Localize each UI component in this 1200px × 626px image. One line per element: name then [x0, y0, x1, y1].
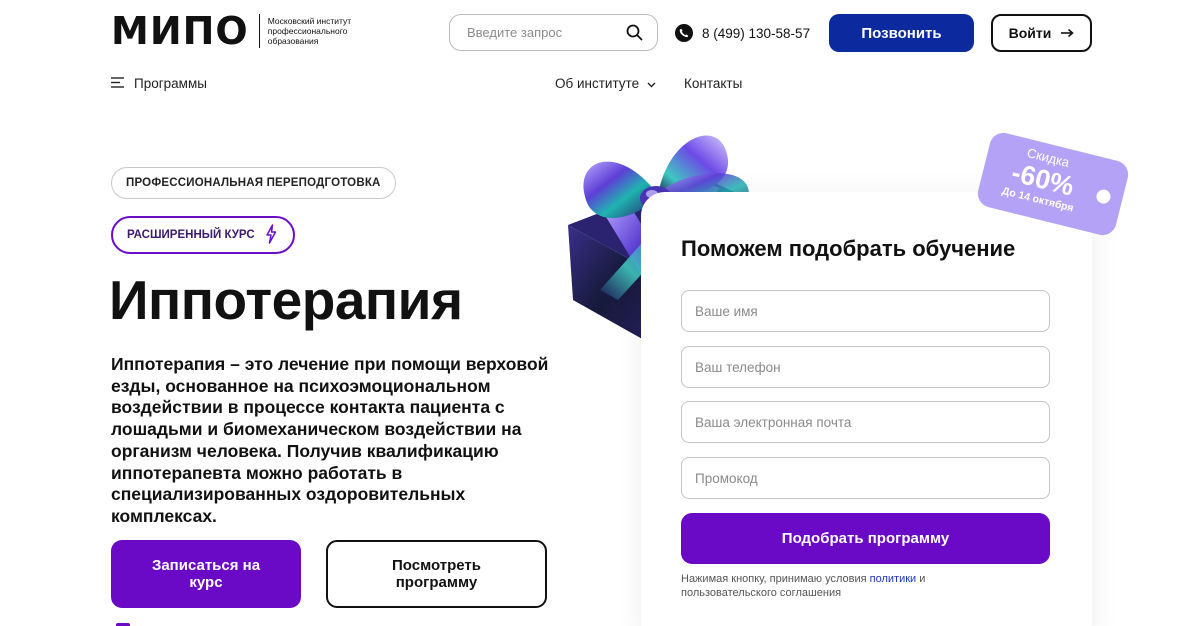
lightning-icon [265, 223, 277, 247]
nav-programs-label: Программы [134, 76, 207, 91]
arrow-right-icon [1060, 25, 1075, 41]
phone-icon [675, 24, 693, 42]
email-field[interactable] [681, 401, 1050, 443]
submit-button[interactable]: Подобрать программу [681, 513, 1050, 564]
ticket-hole [1094, 188, 1112, 206]
nav-programs[interactable]: Программы [111, 76, 207, 91]
phone-contact[interactable]: 8 (499) 130-58-57 [675, 24, 810, 42]
search-icon[interactable] [626, 24, 643, 41]
course-level-badge: РАСШИРЕННЫЙ КУРС [111, 216, 295, 254]
logo-subtitle: Московский институт профессионального об… [267, 16, 352, 46]
name-field[interactable] [681, 290, 1050, 332]
promo-code-field[interactable] [681, 457, 1050, 499]
chevron-down-icon [647, 76, 656, 91]
login-label: Войти [1008, 25, 1052, 41]
nav-about-label: Об институте [555, 76, 640, 91]
consent-prefix: Нажимая кнопку, принимаю условия [681, 573, 870, 585]
phone-number: 8 (499) 130-58-57 [702, 25, 811, 41]
view-program-button[interactable]: Посмотреть программу [326, 540, 547, 608]
logo-wordmark: МИПО [111, 9, 249, 53]
policy-link[interactable]: политики [870, 573, 917, 585]
nav-contacts[interactable]: Контакты [684, 76, 742, 91]
phone-field[interactable] [681, 346, 1050, 388]
login-button[interactable]: Войти [991, 14, 1092, 52]
enroll-button[interactable]: Записаться на курс [111, 540, 301, 608]
program-type-badge: ПРОФЕССИОНАЛЬНАЯ ПЕРЕПОДГОТОВКА [111, 167, 396, 199]
page-title: Иппотерапия [109, 269, 463, 331]
course-description: Иппотерапия – это лечение при помощи вер… [111, 354, 549, 526]
course-level-label: РАСШИРЕННЫЙ КУРС [127, 229, 255, 241]
form-title: Поможем подобрать обучение [681, 236, 1016, 261]
logo-divider [258, 14, 260, 48]
nav-about[interactable]: Об институте [555, 76, 656, 91]
menu-icon [111, 76, 125, 91]
call-button[interactable]: Позвонить [829, 14, 974, 52]
search-input[interactable] [467, 25, 607, 40]
search-box[interactable] [449, 14, 658, 51]
logo[interactable]: МИПО Московский институт профессионально… [111, 12, 364, 50]
consent-text: Нажимая кнопку, принимаю условия политик… [681, 572, 981, 600]
